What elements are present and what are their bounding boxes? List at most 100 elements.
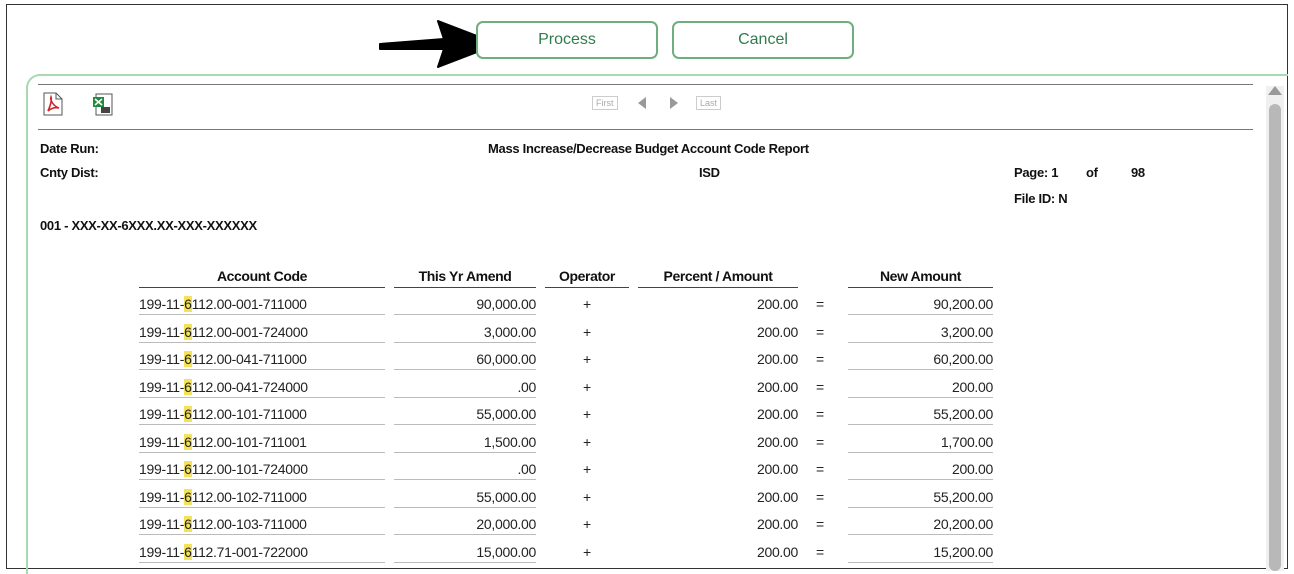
- account-code-prefix: 199-11-: [139, 543, 185, 560]
- operator-cell: +: [583, 323, 591, 340]
- new-amount-cell: 20,200.00: [933, 516, 993, 532]
- row-rule: [139, 341, 385, 343]
- row-rule: [139, 396, 385, 398]
- table-row: 199-11-6112.00-001-711000 90,000.00 +200.0…: [0, 296, 1294, 323]
- percent-amount-cell: 200.00: [756, 516, 798, 532]
- percent-amount-cell: 200.00: [756, 378, 798, 395]
- excel-icon[interactable]: [92, 92, 114, 116]
- row-rule: [848, 369, 993, 370]
- header-account-code: Account Code: [139, 268, 385, 288]
- equals-cell: =: [816, 543, 824, 560]
- page-of-label: of: [1086, 165, 1098, 180]
- percent-amount-cell: 200.00: [756, 296, 798, 312]
- total-pages: 98: [1131, 165, 1145, 180]
- account-code-suffix: 112.00-103-711000: [191, 516, 307, 532]
- operator-cell: +: [583, 351, 591, 367]
- row-rule: [848, 341, 993, 343]
- row-rule: [848, 506, 993, 508]
- row-rule: [394, 369, 536, 370]
- row-rule: [139, 369, 385, 370]
- page-number: Page: 1: [1014, 165, 1059, 180]
- new-amount-cell: 60,200.00: [933, 351, 993, 367]
- row-rule: [139, 506, 385, 508]
- row-rule: [848, 451, 993, 453]
- equals-cell: =: [816, 323, 824, 340]
- account-code-suffix: 112.00-101-724000: [191, 461, 308, 477]
- new-amount-cell: 15,200.00: [933, 543, 993, 560]
- header-operator: Operator: [545, 268, 629, 288]
- row-rule: [848, 314, 993, 315]
- table-row: 199-11-6112.00-101-711000 55,000.00 +200.0…: [0, 406, 1294, 433]
- table-row: 199-11-6112.00-103-711000 20,000.00 +200.0…: [0, 516, 1294, 543]
- row-rule: [394, 561, 536, 563]
- header-this-yr-amend: This Yr Amend: [394, 268, 536, 288]
- first-page-button[interactable]: First: [592, 96, 618, 110]
- account-code-cell: 199-11-6112.00-001-711000: [139, 296, 307, 312]
- operator-cell: +: [583, 296, 591, 312]
- cancel-button[interactable]: Cancel: [672, 21, 854, 59]
- account-code-cell: 199-11-6112.00-101-724000: [139, 461, 308, 477]
- row-rule: [139, 314, 385, 315]
- new-amount-cell: 1,700.00: [940, 433, 993, 450]
- date-run-label: Date Run:: [40, 141, 99, 156]
- account-code-suffix: 112.00-101-711000: [191, 406, 307, 422]
- account-mask: 001 - XXX-XX-6XXX.XX-XXX-XXXXXX: [40, 218, 257, 233]
- toolbar-bottom-divider: [38, 129, 1253, 130]
- percent-amount-cell: 200.00: [756, 323, 798, 340]
- account-code-prefix: 199-11-: [139, 323, 185, 340]
- equals-cell: =: [816, 351, 824, 367]
- new-amount-cell: 55,200.00: [933, 406, 993, 422]
- account-code-suffix: 112.71-001-722000: [191, 543, 308, 560]
- percent-amount-cell: 200.00: [756, 433, 798, 450]
- district-name: ISD: [699, 165, 720, 180]
- table-row: 199-11-6112.00-041-711000 60,000.00 +200.0…: [0, 351, 1294, 378]
- scroll-up-icon[interactable]: [1268, 86, 1282, 95]
- account-code-highlight: 6: [184, 461, 192, 477]
- account-code-suffix: 112.00-041-724000: [191, 378, 308, 395]
- account-code-prefix: 199-11-: [139, 296, 185, 312]
- equals-cell: =: [816, 378, 824, 395]
- process-button[interactable]: Process: [476, 21, 658, 59]
- this-yr-amend-cell: 15,000.00: [476, 543, 536, 560]
- next-page-icon[interactable]: [670, 97, 678, 109]
- operator-cell: +: [583, 516, 591, 532]
- prev-page-icon[interactable]: [638, 97, 646, 109]
- account-code-prefix: 199-11-: [139, 488, 185, 505]
- last-page-button[interactable]: Last: [696, 96, 722, 110]
- operator-cell: +: [583, 433, 591, 450]
- new-amount-cell: 3,200.00: [940, 323, 993, 340]
- pdf-icon[interactable]: [42, 92, 64, 116]
- row-rule: [139, 479, 385, 480]
- account-code-cell: 199-11-6112.00-041-724000: [139, 378, 308, 395]
- percent-amount-cell: 200.00: [756, 351, 798, 367]
- operator-cell: +: [583, 461, 591, 477]
- row-rule: [848, 534, 993, 535]
- row-rule: [848, 396, 993, 398]
- account-code-suffix: 112.00-102-711000: [191, 488, 307, 505]
- operator-cell: +: [583, 543, 591, 560]
- this-yr-amend-cell: 1,500.00: [483, 433, 536, 450]
- equals-cell: =: [816, 296, 824, 312]
- account-code-suffix: 112.00-041-711000: [191, 351, 307, 367]
- account-code-highlight: 6: [184, 516, 192, 532]
- account-code-prefix: 199-11-: [139, 461, 185, 477]
- account-code-suffix: 112.00-001-724000: [191, 323, 308, 340]
- row-rule: [394, 314, 536, 315]
- account-code-prefix: 199-11-: [139, 351, 185, 367]
- row-rule: [848, 424, 993, 425]
- row-rule: [394, 341, 536, 343]
- row-rule: [848, 479, 993, 480]
- percent-amount-cell: 200.00: [756, 543, 798, 560]
- header-percent-amount: Percent / Amount: [638, 268, 798, 288]
- account-code-prefix: 199-11-: [139, 516, 185, 532]
- equals-cell: =: [816, 461, 824, 477]
- account-code-highlight: 6: [184, 296, 192, 312]
- account-code-cell: 199-11-6112.00-103-711000: [139, 516, 307, 532]
- account-code-cell: 199-11-6112.71-001-722000: [139, 543, 308, 560]
- row-rule: [139, 561, 385, 563]
- account-code-highlight: 6: [184, 406, 192, 422]
- this-yr-amend-cell: 55,000.00: [476, 488, 536, 505]
- account-code-cell: 199-11-6112.00-001-724000: [139, 323, 308, 340]
- table-row: 199-11-6112.71-001-722000 15,000.00 +200.0…: [0, 543, 1294, 571]
- row-rule: [394, 451, 536, 453]
